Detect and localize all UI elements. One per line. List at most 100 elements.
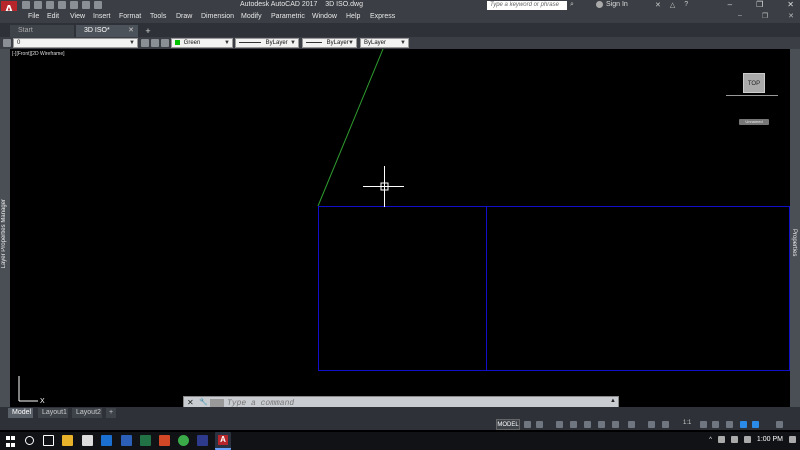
polar-icon[interactable] [570,421,577,428]
chrome-icon[interactable] [178,435,189,446]
menu-parametric[interactable]: Parametric [271,13,305,20]
plotstyle-dropdown[interactable]: ByLayer ▼ [360,38,409,48]
wrench-icon[interactable]: 🔧 [199,398,208,406]
green-line[interactable] [317,49,384,207]
drawing-canvas[interactable]: X [10,49,790,407]
clean-screen-icon[interactable] [752,421,759,428]
menu-draw[interactable]: Draw [176,13,192,20]
notification-icon[interactable] [789,436,796,443]
viewport-controls-label[interactable]: [-][Front][2D Wireframe] [12,51,65,57]
windows-start-icon[interactable] [6,436,16,447]
help-icon[interactable]: ? [684,1,688,9]
tab-model[interactable]: Model [8,408,33,418]
tab-3d-iso[interactable]: 3D ISO* ✕ [76,25,138,37]
close-icon[interactable]: ✕ [787,0,794,9]
word-icon[interactable] [121,435,132,446]
menu-insert[interactable]: Insert [93,13,111,20]
menu-file[interactable]: File [28,13,39,20]
redo-icon[interactable] [94,1,102,9]
save-as-icon[interactable] [58,1,66,9]
new-file-icon[interactable] [22,1,30,9]
minimize-icon[interactable]: – [728,0,732,9]
volume-icon[interactable] [730,436,738,443]
properties-palette[interactable]: Properties [790,49,800,407]
network-icon[interactable] [717,436,725,443]
viewcube-top-face[interactable]: TOP [743,73,765,93]
drawing-area[interactable]: X [-][Front][2D Wireframe] TOP Unnamed [10,49,790,407]
show-hidden-icons-icon[interactable]: ^ [709,437,712,443]
autodesk-app-store-icon[interactable]: ✕ [655,1,661,9]
menu-dimension[interactable]: Dimension [201,13,234,20]
menu-window[interactable]: Window [312,13,337,20]
recent-commands-icon[interactable] [210,399,224,407]
layer-properties-icon[interactable] [3,39,11,47]
keyboard-icon[interactable] [743,436,751,443]
menu-format[interactable]: Format [119,13,141,20]
isolate-objects-icon[interactable] [726,421,733,428]
match-layer-icon[interactable] [161,39,169,47]
plot-icon[interactable] [70,1,78,9]
tab-start[interactable]: Start [10,25,74,37]
annotation-monitor-icon[interactable] [712,421,719,428]
snap-icon[interactable] [536,421,543,428]
a360-icon[interactable]: △ [670,1,675,9]
drawing-close-icon[interactable]: ✕ [788,12,794,20]
customization-icon[interactable] [776,421,783,428]
clock[interactable]: 1:00 PM [757,436,783,443]
tab-layout2[interactable]: Layout2 [72,408,102,418]
task-view-icon[interactable] [43,435,54,446]
object-snap-tracking-icon[interactable] [598,421,605,428]
isodraft-icon[interactable] [584,421,591,428]
annotation-visibility-icon[interactable] [648,421,655,428]
linetype-dropdown[interactable]: ByLayer ▼ [235,38,299,48]
make-current-icon[interactable] [141,39,149,47]
undo-icon[interactable] [82,1,90,9]
layer-properties-palette[interactable]: Layer Properties Manager [0,49,10,407]
menu-tools[interactable]: Tools [150,13,166,20]
ucs-menu-button[interactable]: Unnamed [739,119,769,125]
lineweight-dropdown[interactable]: ByLayer ▼ [302,38,357,48]
premiere-icon[interactable] [197,435,208,446]
drawing-restore-icon[interactable]: ❐ [762,12,768,20]
user-icon [596,1,603,8]
layer-dropdown[interactable]: 0 ▼ [13,38,138,48]
layer-previous-icon[interactable] [151,39,159,47]
object-snap-icon[interactable] [612,421,619,428]
menu-view[interactable]: View [70,13,85,20]
blue-rectangle[interactable] [318,206,790,371]
color-dropdown[interactable]: Green ▼ [171,38,233,48]
annotation-scale-icon[interactable] [662,421,669,428]
save-icon[interactable] [46,1,54,9]
model-space-button[interactable]: MODEL [496,419,520,430]
tab-close-icon[interactable]: ✕ [128,25,134,37]
new-layout-button[interactable]: + [106,408,116,418]
search-input[interactable]: Type a keyword or phrase [487,1,567,10]
menu-edit[interactable]: Edit [47,13,59,20]
store-icon[interactable] [82,435,93,446]
workspace-gear-icon[interactable] [700,421,707,428]
menu-express[interactable]: Express [370,13,395,20]
file-explorer-icon[interactable] [62,435,73,446]
open-file-icon[interactable] [34,1,42,9]
search-icon[interactable] [25,436,34,445]
grid-icon[interactable] [524,421,531,428]
tab-layout1[interactable]: Layout1 [38,408,68,418]
menu-help[interactable]: Help [346,13,360,20]
drawing-minimize-icon[interactable]: – [738,12,742,20]
sign-in-button[interactable]: Sign In [596,1,628,8]
close-icon[interactable]: ✕ [187,398,194,407]
new-tab-button[interactable]: + [142,25,154,37]
restore-icon[interactable]: ❐ [756,0,763,9]
viewcube-compass[interactable] [726,95,778,98]
lineweight-icon[interactable] [628,421,635,428]
hardware-acceleration-icon[interactable] [740,421,747,428]
chevron-up-icon[interactable]: ▲ [610,398,616,404]
binoculars-icon[interactable]: ⌕ [570,1,574,9]
annotation-scale-value[interactable]: 1:1 [683,420,691,426]
edge-icon[interactable] [101,435,112,446]
menu-modify[interactable]: Modify [241,13,262,20]
excel-icon[interactable] [140,435,151,446]
powerpoint-icon[interactable] [159,435,170,446]
autocad-taskbar-icon[interactable] [215,432,231,450]
ortho-icon[interactable] [556,421,563,428]
